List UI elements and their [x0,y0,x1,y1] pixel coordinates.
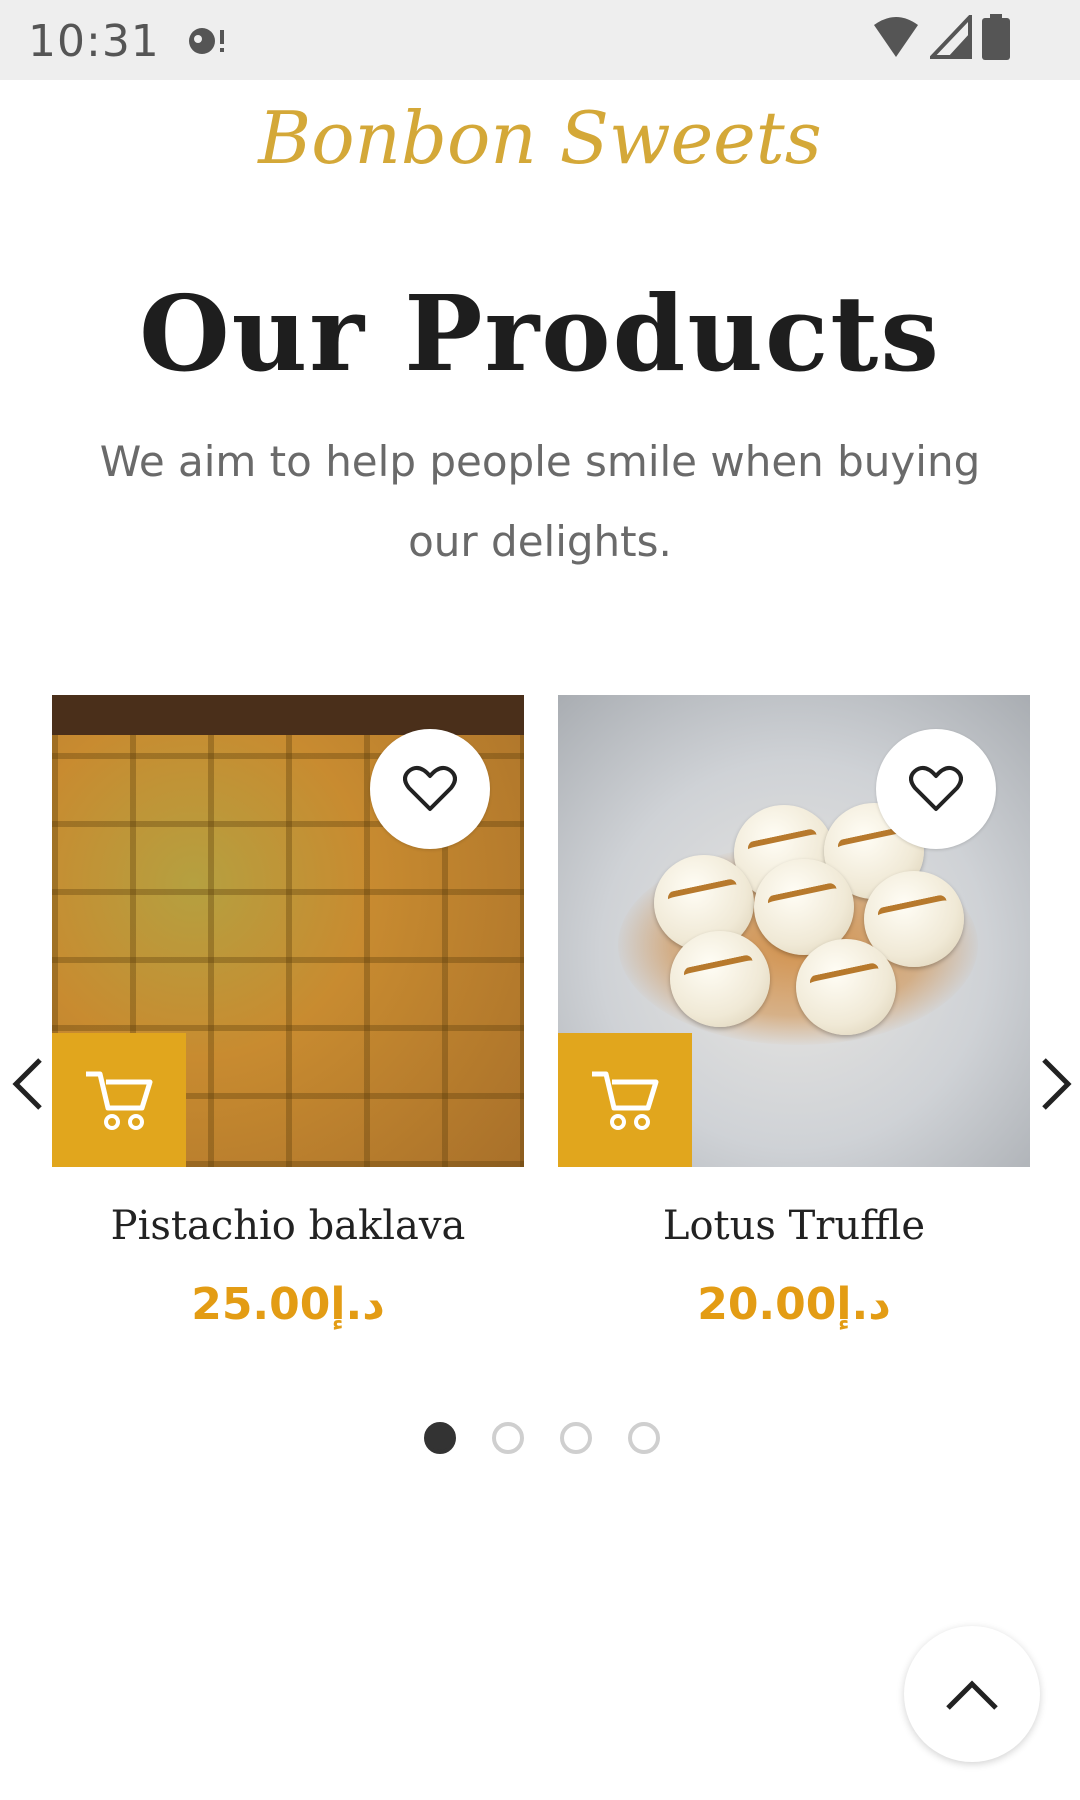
carousel-next-button[interactable] [1034,1052,1078,1116]
status-icons [872,14,1010,60]
carousel-dot[interactable] [492,1422,524,1454]
chevron-up-icon [946,1680,998,1710]
product-price: 25.00د.إ [191,1279,385,1330]
image-detail [52,695,524,735]
image-detail [670,931,770,1027]
signal-icon [930,15,972,59]
product-name[interactable]: Lotus Truffle [558,1203,1030,1249]
add-to-cart-button[interactable] [52,1033,186,1167]
carousel-pagination [424,1422,660,1454]
product-image[interactable] [558,695,1030,1167]
product-image[interactable] [52,695,524,1167]
back-to-top-button[interactable] [904,1626,1040,1762]
product-card[interactable]: Pistachio baklava 25.00د.إ [52,695,524,1330]
carousel-dot[interactable] [424,1422,456,1454]
cart-icon [592,1071,659,1130]
status-time: 10:31 [28,16,160,67]
site-logo[interactable]: Bonbon Sweets [0,96,1080,180]
logo-text: Bonbon Sweets [258,96,822,180]
heart-icon [403,765,457,811]
carousel-dot[interactable] [560,1422,592,1454]
carousel-dot[interactable] [628,1422,660,1454]
carousel-prev-button[interactable] [6,1052,50,1116]
add-to-cart-button[interactable] [558,1033,692,1167]
notification-icon [189,28,224,54]
image-detail [796,939,896,1035]
wishlist-button[interactable] [876,729,996,849]
section-title: Our Products [139,272,941,395]
product-card[interactable]: Lotus Truffle 20.00د.إ [558,695,1030,1330]
heart-icon [909,765,963,811]
wifi-icon [874,17,918,57]
product-name[interactable]: Pistachio baklava [52,1203,524,1249]
product-price: 20.00د.إ [697,1279,891,1330]
status-bar: 10:31 [0,0,1080,80]
battery-icon [982,14,1010,60]
cart-icon [86,1071,153,1130]
wishlist-button[interactable] [370,729,490,849]
section-subtitle: We aim to help people smile when buying … [99,437,981,566]
